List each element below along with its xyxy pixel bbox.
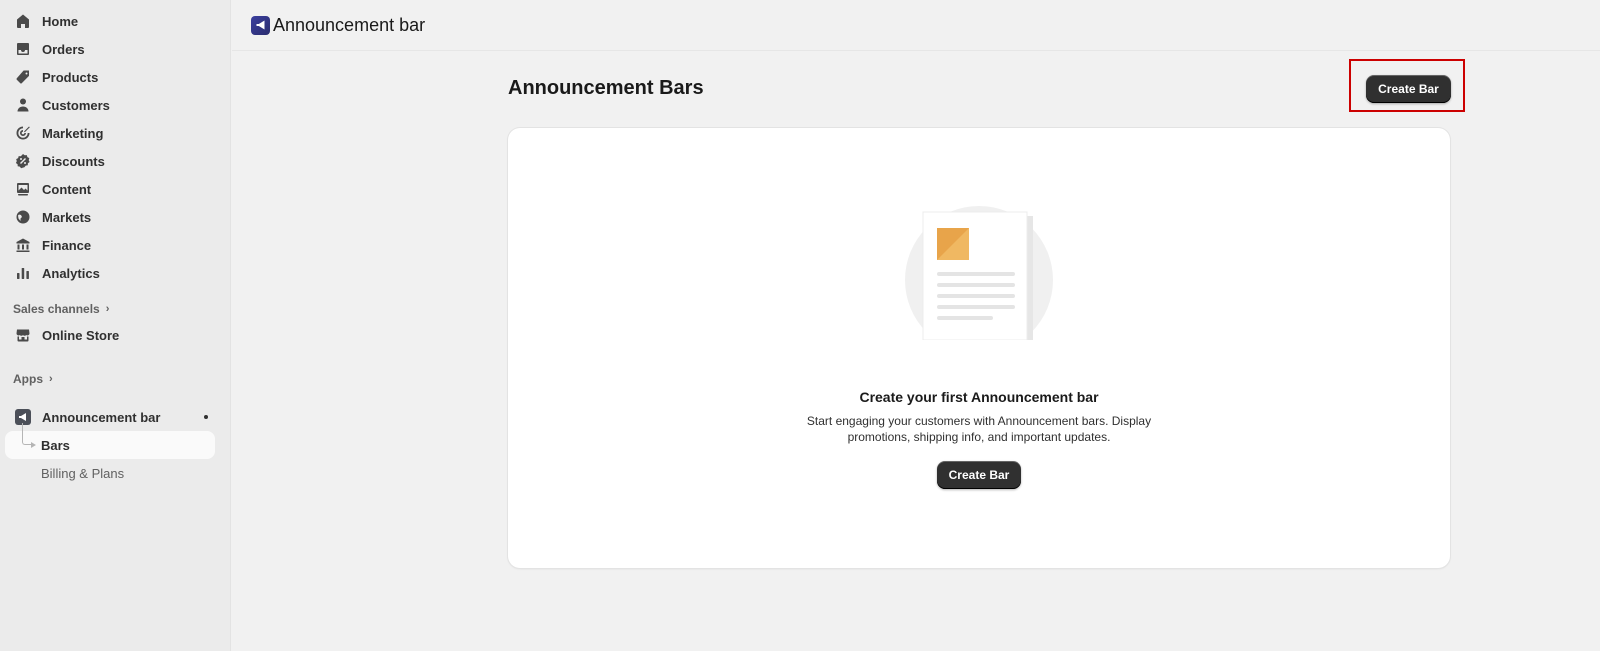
sidebar-item-finance[interactable]: Finance bbox=[0, 231, 230, 259]
empty-state-description: Start engaging your customers with Annou… bbox=[806, 414, 1152, 444]
inbox-icon bbox=[15, 41, 31, 57]
sidebar-item-home[interactable]: Home bbox=[0, 7, 230, 35]
sidebar-subitem-billing-plans[interactable]: Billing & Plans bbox=[5, 459, 215, 487]
sidebar-item-analytics[interactable]: Analytics bbox=[0, 259, 230, 287]
empty-state-card: Create your first Announcement bar Start… bbox=[508, 128, 1450, 568]
create-bar-button[interactable]: Create Bar bbox=[1366, 75, 1451, 103]
sidebar-app-announcement-bar[interactable]: Announcement bar bbox=[0, 403, 230, 431]
document-illustration bbox=[903, 206, 1055, 344]
tree-connector bbox=[22, 423, 36, 448]
store-icon bbox=[15, 327, 31, 343]
create-bar-button-empty-state[interactable]: Create Bar bbox=[937, 461, 1021, 489]
pin-dot bbox=[204, 415, 208, 419]
sidebar-item-label: Bars bbox=[41, 437, 70, 453]
megaphone-icon bbox=[251, 15, 270, 35]
page-title: Announcement Bars bbox=[508, 77, 704, 99]
sidebar-item-label: Analytics bbox=[42, 265, 100, 281]
tag-icon bbox=[15, 69, 31, 85]
sidebar-item-label: Products bbox=[42, 69, 99, 85]
sidebar-item-label: Billing & Plans bbox=[41, 465, 125, 481]
sidebar-item-products[interactable]: Products bbox=[0, 63, 230, 91]
sidebar-item-label: Orders bbox=[42, 41, 85, 57]
chevron-right-icon: › bbox=[49, 373, 53, 385]
home-icon bbox=[15, 13, 31, 29]
sidebar-item-online-store[interactable]: Online Store bbox=[0, 321, 230, 349]
sidebar: Home Orders Products Customers Marketing… bbox=[0, 0, 231, 651]
empty-state-title: Create your first Announcement bar bbox=[859, 389, 1099, 405]
globe-icon bbox=[15, 209, 31, 225]
sales-channels-header[interactable]: Sales channels › bbox=[0, 297, 230, 321]
sidebar-item-label: Content bbox=[42, 181, 92, 197]
sidebar-item-markets[interactable]: Markets bbox=[0, 203, 230, 231]
sidebar-item-label: Announcement bar bbox=[42, 409, 161, 425]
sidebar-item-label: Finance bbox=[42, 237, 92, 253]
app-title: Announcement bar bbox=[273, 14, 426, 35]
sidebar-item-label: Online Store bbox=[42, 327, 120, 343]
app-title-bar: Announcement bar bbox=[232, 0, 1600, 51]
target-icon bbox=[15, 125, 31, 141]
discount-icon bbox=[15, 153, 31, 169]
sidebar-item-label: Discounts bbox=[42, 153, 105, 169]
apps-header[interactable]: Apps › bbox=[0, 367, 230, 391]
apps-label: Apps bbox=[13, 372, 43, 386]
sales-channels-label: Sales channels bbox=[13, 302, 100, 316]
image-icon bbox=[15, 181, 31, 197]
person-icon bbox=[15, 97, 31, 113]
sidebar-item-label: Customers bbox=[42, 97, 110, 113]
sidebar-item-marketing[interactable]: Marketing bbox=[0, 119, 230, 147]
sidebar-item-label: Marketing bbox=[42, 125, 104, 141]
sidebar-subitem-bars[interactable]: Bars bbox=[5, 423, 215, 459]
sidebar-item-content[interactable]: Content bbox=[0, 175, 230, 203]
sidebar-item-customers[interactable]: Customers bbox=[0, 91, 230, 119]
bank-icon bbox=[15, 237, 31, 253]
sidebar-item-discounts[interactable]: Discounts bbox=[0, 147, 230, 175]
chevron-right-icon: › bbox=[105, 303, 110, 315]
sidebar-item-orders[interactable]: Orders bbox=[0, 35, 230, 63]
bar-chart-icon bbox=[15, 265, 31, 281]
sidebar-item-label: Markets bbox=[42, 209, 92, 225]
sidebar-item-label: Home bbox=[42, 13, 79, 29]
